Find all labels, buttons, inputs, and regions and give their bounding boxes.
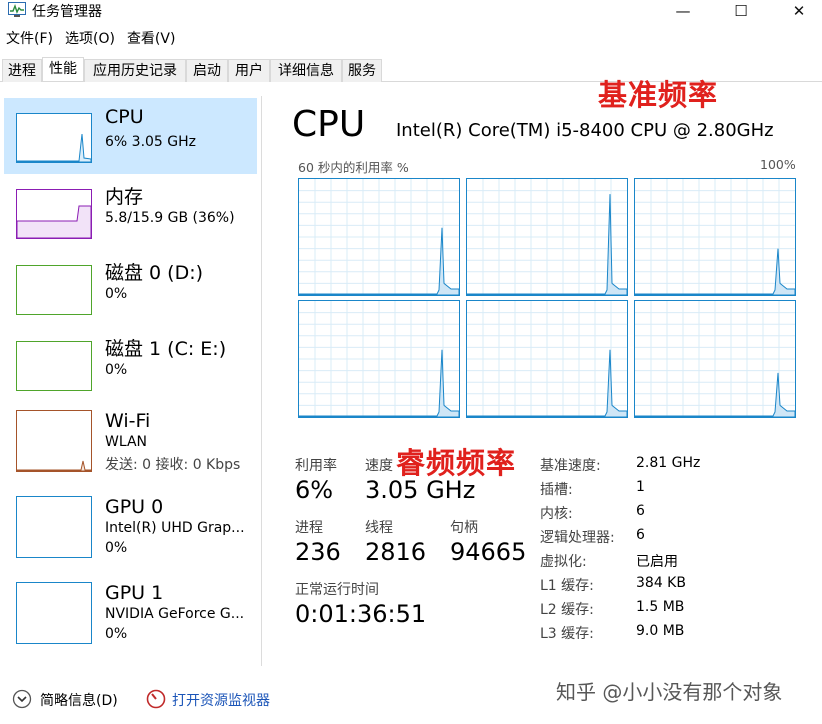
core-graph-plot — [635, 179, 795, 295]
sidebar-item-detail: 0% — [105, 626, 128, 642]
core-graph — [298, 178, 460, 296]
info-label: 逻辑处理器: — [540, 530, 615, 546]
sidebar-item-detail: 6% 3.05 GHz — [105, 134, 197, 150]
info-label: 插槽: — [540, 482, 573, 498]
core-graph — [466, 300, 628, 418]
sidebar-item-name: 内存 — [105, 186, 144, 208]
sidebar-item-detail: WLAN — [105, 434, 148, 450]
wifi-thumbnail-graph — [16, 410, 92, 472]
menu-bar: 文件(F) 选项(O) 查看(V) — [0, 28, 181, 50]
sidebar-item-detail: Intel(R) UHD Grap... — [105, 520, 245, 536]
disk1-thumbnail-graph — [16, 341, 92, 391]
memory-thumbnail-graph — [16, 189, 92, 239]
info-value: 1.5 MB — [636, 599, 685, 615]
gpu0-thumbnail-graph — [16, 496, 92, 558]
cpu-thumbnail-graph — [16, 113, 92, 163]
uptime-value: 0:01:36:51 — [295, 600, 427, 628]
sidebar-item-name: CPU — [105, 106, 144, 128]
sidebar-item-name: 磁盘 1 (C: E:) — [105, 338, 227, 360]
tab-startup[interactable]: 启动 — [186, 59, 228, 82]
page-title: CPU — [292, 104, 366, 145]
info-label: 内核: — [540, 506, 573, 522]
tab-app-history[interactable]: 应用历史记录 — [84, 59, 186, 82]
info-value: 384 KB — [636, 575, 686, 591]
core-graph — [466, 178, 628, 296]
watermark-text: 知乎 @小小没有那个对象 — [556, 680, 783, 704]
info-label: L3 缓存: — [540, 626, 594, 642]
menu-options[interactable]: 选项(O) — [59, 28, 121, 50]
core-graph — [298, 300, 460, 418]
handles-value: 94665 — [450, 538, 527, 566]
gpu1-thumbnail-graph — [16, 582, 92, 644]
tab-processes[interactable]: 进程 — [2, 59, 42, 82]
minimize-button[interactable]: — — [660, 0, 706, 22]
core-graph-plot — [299, 179, 459, 295]
sidebar-item-gpu0[interactable]: GPU 0 Intel(R) UHD Grap... 0% — [4, 488, 257, 564]
close-button[interactable]: ✕ — [776, 0, 822, 22]
info-label: 基准速度: — [540, 458, 601, 474]
info-value: 1 — [636, 479, 645, 495]
task-manager-icon — [8, 2, 26, 17]
sidebar-item-disk1[interactable]: 磁盘 1 (C: E:) 0% — [4, 326, 257, 402]
core-graph-plot — [299, 301, 459, 417]
maximize-button[interactable]: ☐ — [718, 0, 764, 22]
sidebar-item-disk0[interactable]: 磁盘 0 (D:) 0% — [4, 250, 257, 326]
sidebar-item-memory[interactable]: 内存 5.8/15.9 GB (36%) — [4, 174, 257, 250]
core-graph-plot — [467, 301, 627, 417]
uptime-label: 正常运行时间 — [295, 582, 379, 598]
utilization-value: 6% — [295, 476, 334, 504]
menu-file[interactable]: 文件(F) — [0, 28, 59, 50]
sidebar-item-name: GPU 1 — [105, 582, 164, 604]
open-resource-monitor-link[interactable]: 打开资源监视器 — [172, 690, 270, 710]
graph-caption: 60 秒内的利用率 % — [298, 160, 409, 175]
sidebar-item-detail: NVIDIA GeForce G... — [105, 606, 245, 622]
annotation-base-frequency: 基准频率 — [598, 78, 719, 112]
window-title: 任务管理器 — [32, 4, 102, 20]
resource-monitor-icon — [146, 689, 166, 709]
info-value: 已启用 — [636, 554, 678, 570]
sidebar-item-cpu[interactable]: CPU 6% 3.05 GHz — [4, 98, 257, 174]
info-value: 9.0 MB — [636, 623, 685, 639]
info-label: L1 缓存: — [540, 578, 594, 594]
sidebar-item-name: GPU 0 — [105, 496, 164, 518]
sidebar-item-detail: 5.8/15.9 GB (36%) — [105, 210, 235, 226]
annotation-turbo-frequency: 睿频频率 — [396, 446, 517, 480]
speed-label: 速度 — [365, 458, 393, 474]
sidebar-item-detail: 发送: 0 接收: 0 Kbps — [105, 457, 241, 473]
processes-label: 进程 — [295, 520, 323, 536]
title-bar: 任务管理器 — ☐ ✕ — [0, 0, 822, 24]
sidebar-item-detail: 0% — [105, 286, 128, 302]
cpu-model-name: Intel(R) Core(TM) i5-8400 CPU @ 2.80GHz — [396, 120, 774, 141]
collapse-icon[interactable] — [12, 689, 32, 709]
core-graph-plot — [467, 179, 627, 295]
threads-label: 线程 — [365, 520, 393, 536]
core-graph-plot — [635, 301, 795, 417]
tab-details[interactable]: 详细信息 — [270, 59, 342, 82]
menu-view[interactable]: 查看(V) — [121, 28, 182, 50]
info-label: L2 缓存: — [540, 602, 594, 618]
sidebar-item-detail: 0% — [105, 362, 128, 378]
handles-label: 句柄 — [450, 520, 478, 536]
tab-performance[interactable]: 性能 — [42, 57, 84, 81]
info-value: 6 — [636, 503, 645, 519]
sidebar-item-gpu1[interactable]: GPU 1 NVIDIA GeForce G... 0% — [4, 574, 257, 650]
info-label: 虚拟化: — [540, 554, 587, 570]
graph-max-label: 100% — [760, 157, 796, 172]
processes-value: 236 — [295, 538, 341, 566]
sidebar-item-detail: 0% — [105, 540, 128, 556]
threads-value: 2816 — [365, 538, 427, 566]
utilization-label: 利用率 — [295, 458, 337, 474]
tab-services[interactable]: 服务 — [342, 59, 382, 82]
sidebar-item-wifi[interactable]: Wi-Fi WLAN 发送: 0 接收: 0 Kbps — [4, 402, 257, 478]
summary-toggle-link[interactable]: 简略信息(D) — [40, 690, 118, 710]
info-value: 6 — [636, 527, 645, 543]
sidebar-item-name: 磁盘 0 (D:) — [105, 262, 204, 284]
sidebar-item-name: Wi-Fi — [105, 410, 151, 432]
core-graph — [634, 300, 796, 418]
info-value: 2.81 GHz — [636, 455, 701, 471]
tab-users[interactable]: 用户 — [228, 59, 270, 82]
core-graph — [634, 178, 796, 296]
resource-sidebar: CPU 6% 3.05 GHz 内存 5.8/15.9 GB (36%) 磁盘 … — [0, 96, 262, 666]
disk0-thumbnail-graph — [16, 265, 92, 315]
